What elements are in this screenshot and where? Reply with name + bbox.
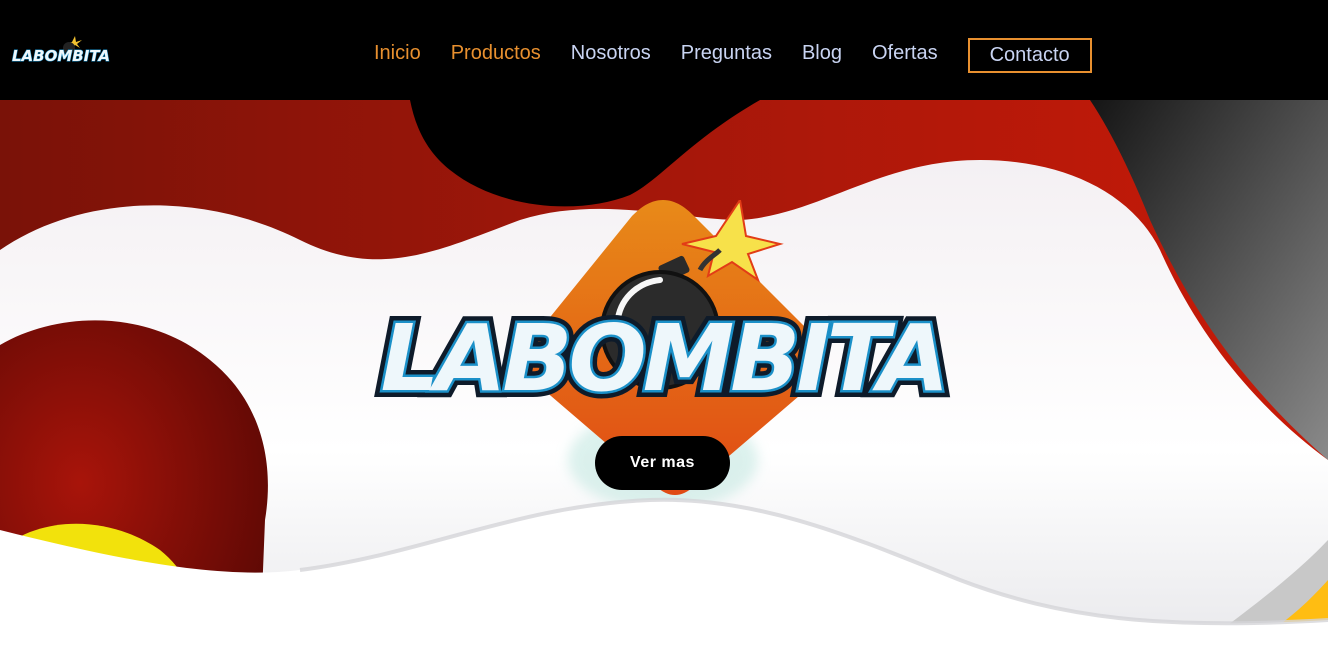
labombita-logo-icon: LABOMBITA: [12, 36, 110, 66]
nav-link-ofertas[interactable]: Ofertas: [872, 42, 938, 65]
contact-button[interactable]: Contacto: [967, 38, 1092, 73]
hero-logo-text-outline: LABOMBITA: [381, 305, 946, 412]
main-navigation: Inicio Productos Nosotros Preguntas Blog…: [374, 36, 1092, 73]
hero-banner: LABOMBITA LABOMBITA Ver mas: [0, 100, 1328, 645]
site-logo[interactable]: LABOMBITA: [10, 34, 112, 68]
nav-link-inicio[interactable]: Inicio: [374, 42, 421, 65]
ver-mas-button[interactable]: Ver mas: [595, 436, 730, 490]
nav-link-preguntas[interactable]: Preguntas: [681, 42, 772, 65]
nav-link-productos[interactable]: Productos: [451, 42, 541, 65]
nav-link-nosotros[interactable]: Nosotros: [571, 42, 651, 65]
nav-link-blog[interactable]: Blog: [802, 42, 842, 65]
svg-text:LABOMBITA: LABOMBITA: [12, 47, 110, 65]
top-navbar: LABOMBITA Inicio Productos Nosotros Preg…: [0, 0, 1328, 100]
